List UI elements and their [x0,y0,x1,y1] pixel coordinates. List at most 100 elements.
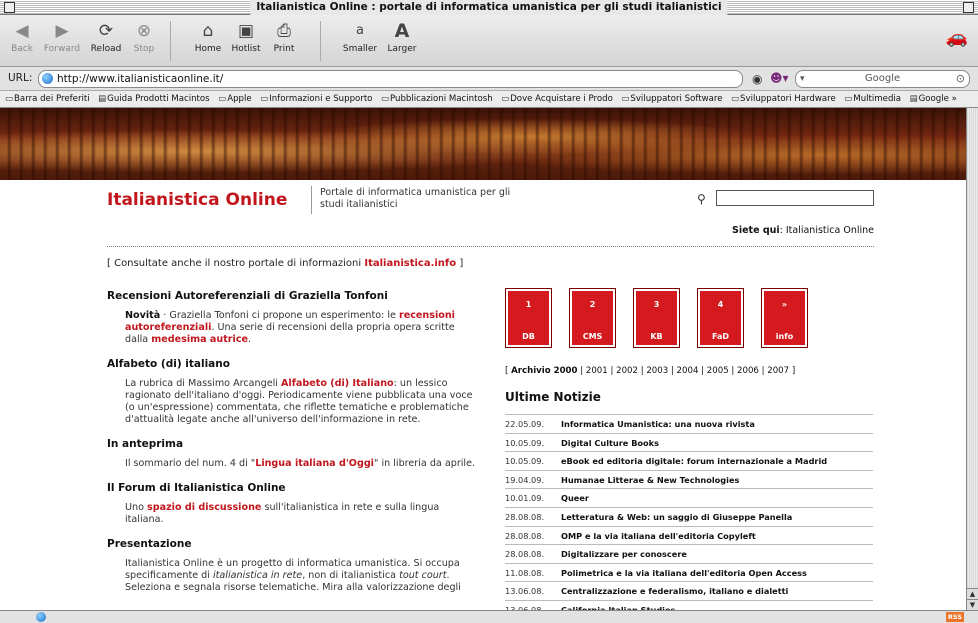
news-title-link[interactable]: Informatica Umanistica: una nuova rivist… [561,419,755,429]
news-date: 10.05.09. [505,456,545,467]
folder-icon: ▭ [218,94,227,104]
printer-icon: ⎙ [277,21,291,41]
news-date: 13.06.08. [505,604,545,610]
lingua-italiana-link[interactable]: Lingua italiana d'Oggi [255,458,374,469]
section-body: La rubrica di Massimo Arcangeli Alfabeto… [125,378,473,425]
folder-icon: ▭ [501,94,510,104]
zoom-box[interactable] [963,2,974,13]
status-bar: RSS [0,610,978,623]
rss-icon[interactable]: RSS [945,612,964,622]
news-row[interactable]: 28.08.08. OMP e la via italiana dell'edit… [505,527,873,546]
tile-db[interactable]: 1 DB [505,288,552,348]
news-title-link[interactable]: Digital Culture Books [561,438,659,448]
search-engine-dropdown-icon[interactable]: ▾ [800,71,805,87]
news-title-link[interactable]: Humanae Litterae & New Technologies [561,475,739,485]
news-column: Recensioni Autoreferenziali di Graziella… [107,290,479,606]
news-title-link[interactable]: Queer [561,493,589,503]
toolbar-separator [320,21,321,61]
tile-kb[interactable]: 3 KB [633,288,680,348]
back-button[interactable]: ◀ Back [0,19,44,54]
print-button[interactable]: ⎙ Print [262,19,306,54]
favorite-item[interactable]: ▭Apple [218,91,252,107]
url-input[interactable]: http://www.italianisticaonline.it/ [38,70,743,88]
site-tagline: Portale di informatica umanistica per gl… [320,187,511,210]
news-date: 28.08.08. [505,530,545,541]
page-icon: ▤ [909,94,918,104]
section-body: Novità · Graziella Tonfoni ci propone un… [125,310,455,345]
favorite-item[interactable]: ▤Google » [909,91,957,107]
favorite-item[interactable]: ▭Sviluppatori Software [621,91,722,107]
breadcrumb: Siete qui: Italianistica Online [731,225,874,236]
favorite-item[interactable]: ▭Pubblicazioni Macintosh [381,91,493,107]
window-titlebar[interactable]: Italianistica Online : portale di inform… [0,0,978,15]
vertical-scrollbar[interactable]: ▲ ▼ [966,108,978,610]
news-row[interactable]: 10.05.09. eBook ed editoria digitale: for… [505,452,873,471]
medesima-autrice-link[interactable]: medesima autrice [151,334,248,345]
news-row[interactable]: 28.08.08. Letteratura & Web: un saggio di… [505,508,873,527]
news-row[interactable]: 13.06.08. Centralizzazione e federalismo,… [505,582,873,601]
section-title: Alfabeto (di) italiano [107,358,230,370]
favorite-item[interactable]: ▭Sviluppatori Hardware [731,91,836,107]
search-go-icon[interactable]: ⊙ [956,71,965,87]
news-date: 19.04.09. [505,474,545,485]
scroll-down-arrow-icon[interactable]: ▼ [967,599,978,610]
news-title-link[interactable]: Letteratura & Web: un saggio di Giuseppe… [561,512,792,522]
news-title-link[interactable]: OMP e la via italiana dell'editoria Copy… [561,531,756,541]
stop-button[interactable]: ⊗ Stop [122,19,166,54]
news-row[interactable]: 28.08.08. Digitalizzare per conoscere [505,545,873,564]
news-list: 22.05.09. Informatica Umanistica: una nuo… [505,414,873,610]
favorite-item[interactable]: ▭Dove Acquistare i Prodo [501,91,613,107]
tile-fad[interactable]: 4 FaD [697,288,744,348]
news-row[interactable]: 13.06.08. California Italian Studies [505,601,873,610]
forum-link[interactable]: spazio di discussione [147,502,261,513]
site-logo[interactable]: Italianistica Online [107,190,287,210]
folder-icon: ▭ [844,94,853,104]
google-search-input[interactable]: ▾ Google ⊙ [795,70,970,88]
sidebar-column: 1 DB 2 CMS 3 KB 4 FaD » info [ Archivio 2000 … [505,288,873,610]
tile-info[interactable]: » info [761,288,808,348]
promo-line: [ Consultate anche il nostro portale di … [107,258,464,269]
news-title-link[interactable]: Centralizzazione e federalismo, italiano… [561,586,788,596]
larger-text-button[interactable]: A Larger [380,19,424,54]
preferences-icon[interactable]: ☻▾ [770,71,789,85]
search-icon[interactable]: ⚲ [697,192,706,206]
favorite-item[interactable]: ▤Guida Prodotti Macintos [98,91,210,107]
news-title-link[interactable]: eBook ed editoria digitale: forum intern… [561,456,827,466]
news-title-link[interactable]: Polimetrica e la via italiana dell'edito… [561,568,807,578]
globe-icon [36,612,46,622]
site-search-input[interactable] [716,190,874,206]
news-row[interactable]: 10.05.09. Digital Culture Books [505,434,873,453]
back-arrow-icon: ◀ [15,21,29,41]
forward-button[interactable]: ▶ Forward [40,19,84,54]
smaller-text-button[interactable]: a Smaller [338,19,382,54]
toolbar-separator [170,21,171,61]
scroll-up-arrow-icon[interactable]: ▲ [967,588,978,599]
favorite-item[interactable]: ▭Informazioni e Supporto [260,91,372,107]
archive-links[interactable]: [ Archivio 2000 | 2001 | 2002 | 2003 | 2… [505,366,873,376]
close-box[interactable] [4,2,15,13]
news-title-link[interactable]: Digitalizzare per conoscere [561,549,687,559]
news-date: 10.05.09. [505,437,545,448]
stop-icon: ⊗ [136,21,152,41]
url-bar: URL: http://www.italianisticaonline.it/ … [0,67,978,91]
large-a-icon: A [394,20,410,42]
go-arrow-icon[interactable]: ◉ [752,72,762,86]
forward-arrow-icon: ▶ [55,21,69,41]
news-row[interactable]: 10.01.09. Queer [505,489,873,508]
news-date: 11.08.08. [505,567,545,578]
car-throbber-icon: 🚗 [945,27,969,48]
tile-cms[interactable]: 2 CMS [569,288,616,348]
favorite-item[interactable]: ▭Multimedia [844,91,901,107]
section-tiles: 1 DB 2 CMS 3 KB 4 FaD » info [505,288,873,350]
favorite-item[interactable]: ▭Barra dei Preferiti [5,91,90,107]
italianistica-info-link[interactable]: Italianistica.info [364,258,456,269]
news-date: 22.05.09. [505,419,545,429]
url-label: URL: [8,72,33,84]
news-row[interactable]: 19.04.09. Humanae Litterae & New Technolo… [505,471,873,490]
news-row[interactable]: 11.08.08. Polimetrica e la via italiana d… [505,564,873,583]
news-row[interactable]: 22.05.09. Informatica Umanistica: una nuo… [505,415,873,434]
folder-icon: ▭ [260,94,269,104]
section-body: Italianistica Online è un progetto di in… [125,558,461,593]
news-date: 13.06.08. [505,586,545,597]
alfabeto-link[interactable]: Alfabeto (di) Italiano [281,378,394,389]
